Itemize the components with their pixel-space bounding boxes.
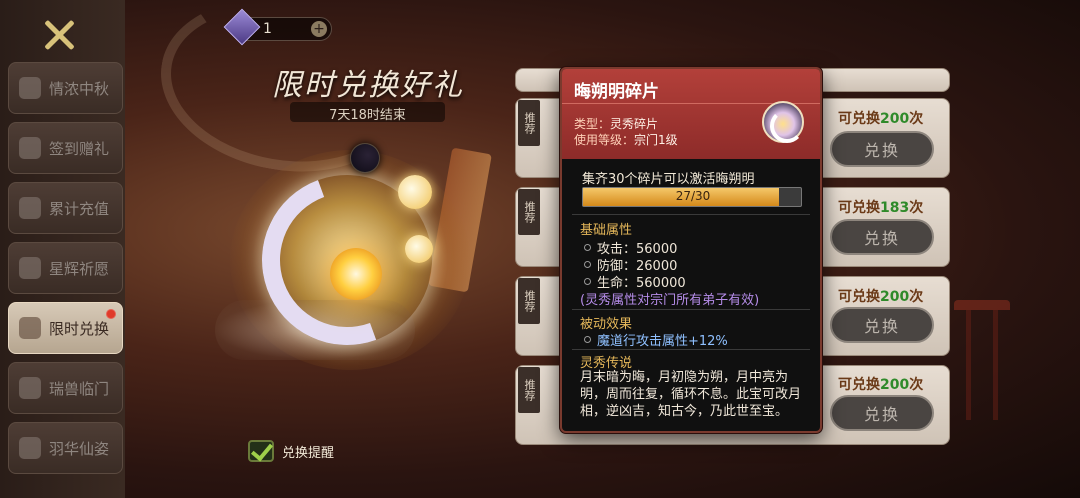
- divider: [572, 309, 810, 310]
- sidebar-item-wish[interactable]: 星辉祈愿: [8, 242, 123, 294]
- sidebar-item-auspicious-beast[interactable]: 瑞兽临门: [8, 362, 123, 414]
- exchange-button[interactable]: 兑换: [830, 131, 934, 167]
- item-type: 类型：灵秀碎片: [574, 117, 659, 131]
- exchange-icon: [19, 317, 41, 339]
- recharge-icon: [19, 197, 41, 219]
- lore-text: 月末暗为晦，月初隐为朔，月中亮为明，周而往复，循环不息。此宝可改月相，逆凶吉，知…: [580, 370, 802, 419]
- currency-amount: 1: [263, 21, 272, 37]
- divider: [572, 214, 810, 215]
- sidebar-item-label: 签到赠礼: [49, 139, 110, 158]
- exchange-count: 可兑换200次: [838, 111, 924, 127]
- notification-dot: [106, 309, 116, 319]
- exchange-button[interactable]: 兑换: [830, 395, 934, 431]
- exchange-count: 可兑换200次: [838, 377, 924, 393]
- currency-bar: 1 +: [223, 8, 332, 46]
- sidebar-item-label: 限时兑换: [49, 319, 110, 338]
- sidebar-item-recharge[interactable]: 累计充值: [8, 182, 123, 234]
- sidebar-item-signin[interactable]: 签到赠礼: [8, 122, 123, 174]
- item-level: 使用等级：宗门1级: [574, 133, 678, 147]
- recommend-tag: 推荐: [518, 100, 540, 146]
- sidebar-item-label: 星辉祈愿: [49, 259, 110, 278]
- gibbous-moon-icon: [405, 235, 433, 263]
- event-timer: 7天18时结束: [329, 108, 406, 123]
- bullet-icon: [584, 278, 591, 285]
- exchange-count: 可兑换183次: [838, 200, 924, 216]
- mid-autumn-icon: [19, 77, 41, 99]
- close-icon[interactable]: [40, 16, 78, 54]
- fragment-progress-bar: 27/30: [582, 187, 802, 207]
- bullet-icon: [584, 336, 591, 343]
- passive-effect: 魔道行攻击属性+12%: [584, 330, 728, 349]
- sidebar-item-label: 累计充值: [49, 199, 110, 218]
- sect-effect-note: (灵秀属性对宗门所有弟子有效): [580, 293, 760, 308]
- divider: [572, 349, 810, 350]
- exchange-button[interactable]: 兑换: [830, 307, 934, 343]
- recommend-tag: 推荐: [518, 189, 540, 235]
- exchange-remind-toggle[interactable]: 兑换提醒: [248, 440, 334, 462]
- item-tooltip: 晦朔明碎片 类型：灵秀碎片 使用等级：宗门1级 集齐30个碎片可以激活晦朔明 2…: [560, 67, 822, 433]
- collect-hint: 集齐30个碎片可以激活晦朔明: [582, 172, 755, 187]
- bullet-icon: [584, 244, 591, 251]
- feather-icon: [19, 437, 41, 459]
- add-currency-button[interactable]: +: [311, 21, 327, 37]
- event-title: 限时兑换好礼: [272, 68, 464, 103]
- sidebar-item-label: 情浓中秋: [49, 79, 110, 98]
- item-name: 晦朔明碎片: [574, 82, 659, 102]
- full-moon-icon: [398, 175, 432, 209]
- sidebar-item-limited-exchange[interactable]: 限时兑换: [8, 302, 123, 354]
- remind-label: 兑换提醒: [282, 445, 335, 461]
- dark-moon-icon: [350, 143, 380, 173]
- beast-icon: [19, 377, 41, 399]
- pavilion-decoration: [954, 300, 1010, 420]
- sidebar-item-label: 瑞兽临门: [49, 379, 110, 398]
- signin-icon: [19, 137, 41, 159]
- sidebar: 情浓中秋 签到赠礼 累计充值 星辉祈愿 限时兑换 瑞兽临门 羽华仙姿: [0, 0, 125, 498]
- recommend-tag: 推荐: [518, 278, 540, 324]
- sidebar-item-feather[interactable]: 羽华仙姿: [8, 422, 123, 474]
- exchange-count: 可兑换200次: [838, 289, 924, 305]
- tooltip-header: 晦朔明碎片 类型：灵秀碎片 使用等级：宗门1级: [562, 69, 820, 159]
- star-icon: [19, 257, 41, 279]
- sidebar-item-mid-autumn[interactable]: 情浓中秋: [8, 62, 123, 114]
- bullet-icon: [584, 261, 591, 268]
- checkmark-icon[interactable]: [248, 440, 274, 462]
- exchange-button[interactable]: 兑换: [830, 219, 934, 255]
- game-screen: 情浓中秋 签到赠礼 累计充值 星辉祈愿 限时兑换 瑞兽临门 羽华仙姿 1 + 限…: [0, 0, 1080, 498]
- moon-fragment-icon: [762, 101, 804, 143]
- progress-text: 27/30: [675, 189, 711, 203]
- basic-attributes-title: 基础属性: [580, 223, 633, 238]
- recommend-tag: 推荐: [518, 367, 540, 413]
- sidebar-item-label: 羽华仙姿: [49, 439, 110, 458]
- sun-orb-artwork: [330, 248, 382, 300]
